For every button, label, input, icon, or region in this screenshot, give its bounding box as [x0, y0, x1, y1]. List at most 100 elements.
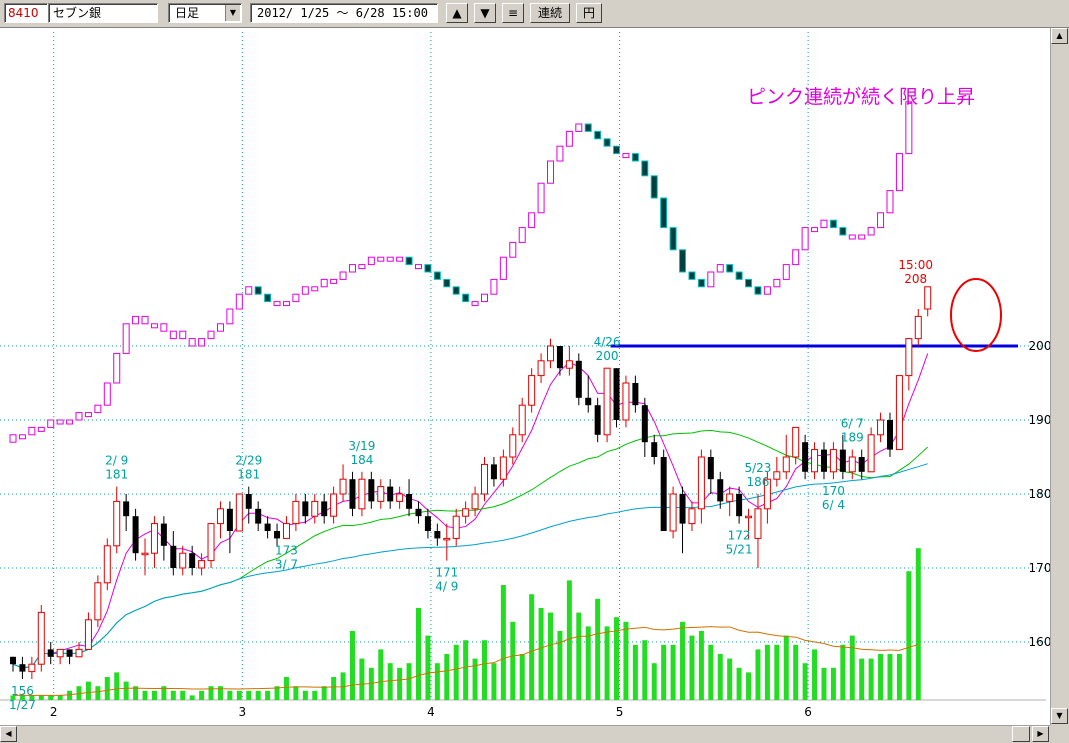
pnf-up-bar — [716, 264, 724, 273]
candle-body-down — [47, 649, 54, 657]
pnf-up-bar — [377, 256, 385, 262]
pnf-up-bar — [216, 323, 224, 332]
candle-body-up — [829, 449, 837, 473]
pnf-down-bar — [462, 293, 470, 303]
stock-name-field[interactable]: セブン銀 — [48, 3, 158, 23]
pnf-up-bar — [47, 419, 55, 428]
candle-body-up — [207, 523, 215, 562]
pnf-up-bar — [877, 212, 885, 229]
scroll-right-arrow-icon[interactable]: ▶ — [1032, 726, 1049, 742]
highlight-circle — [950, 278, 1002, 352]
candle-body-down — [368, 479, 375, 502]
candle-body-down — [387, 486, 394, 502]
moving-average-mid — [12, 429, 929, 669]
price-label-date: 4/26 — [594, 335, 621, 349]
price-label-date: 6/ 4 — [822, 498, 845, 512]
volume-bar — [38, 695, 44, 700]
pnf-up-bar — [235, 293, 243, 310]
horizontal-scrollbar[interactable]: ◀ ▶ — [0, 725, 1050, 743]
candle-body-up — [518, 404, 526, 436]
pnf-up-bar — [311, 286, 319, 292]
candle-body-down — [839, 449, 846, 472]
pnf-up-bar — [905, 101, 913, 155]
candle-body-down — [160, 523, 167, 546]
volume-bar — [302, 690, 308, 700]
candle-body-down — [132, 516, 139, 554]
chevron-down-icon[interactable]: ▼ — [225, 5, 240, 21]
pnf-up-bar — [547, 160, 555, 184]
scroll-down-arrow-icon[interactable]: ▼ — [1051, 708, 1068, 724]
candle-body-down — [858, 457, 865, 472]
vertical-scrollbar[interactable]: ▲ ▼ — [1050, 28, 1069, 725]
candle-body-up — [339, 478, 347, 495]
pnf-up-bar — [886, 190, 894, 214]
volume-bar — [236, 690, 242, 700]
volume-bar — [349, 631, 355, 700]
pnf-up-bar — [867, 227, 875, 236]
continuous-button[interactable]: 連続 — [530, 3, 570, 23]
pnf-up-bar — [367, 256, 375, 266]
candle-body-down — [679, 494, 686, 524]
candle-body-up — [895, 375, 903, 451]
pnf-up-bar — [792, 249, 800, 266]
candle-body-up — [358, 478, 366, 510]
scroll-thumb[interactable] — [1012, 726, 1030, 742]
pnf-up-bar — [301, 286, 309, 295]
period-select[interactable]: 日足 ▼ — [168, 3, 242, 23]
pnf-up-bar — [499, 256, 507, 280]
price-label-price: 171 — [435, 566, 458, 580]
pnf-up-bar — [198, 338, 206, 347]
period-value: 日足 — [175, 6, 200, 20]
candle-body-down — [717, 479, 724, 502]
candle-body-up — [726, 493, 734, 502]
scroll-up-button[interactable]: ▲ — [446, 3, 468, 23]
candle-body-down — [651, 442, 658, 457]
candle-body-down — [349, 479, 356, 509]
pnf-up-bar — [75, 412, 83, 421]
pnf-up-bar — [28, 426, 36, 436]
candle-body-up — [292, 500, 300, 525]
volume-bar — [717, 654, 723, 700]
last-time-label: 15:00 — [898, 258, 933, 272]
stock-code-field[interactable]: 8410 — [4, 3, 48, 23]
volume-bar — [689, 635, 695, 700]
pnf-up-bar — [518, 227, 526, 243]
candle-body-up — [914, 315, 922, 340]
pnf-up-bar — [188, 338, 196, 347]
scroll-left-arrow-icon[interactable]: ◀ — [0, 726, 17, 742]
candle-body-down — [490, 464, 497, 480]
volume-bar — [576, 612, 582, 700]
volume-bar — [151, 690, 157, 700]
pnf-down-bar — [613, 145, 621, 155]
x-tick-label: 2 — [50, 705, 58, 719]
volume-bar — [651, 663, 657, 700]
candle-body-down — [255, 508, 262, 524]
price-label-date: 3/ 7 — [275, 557, 298, 571]
candle-body-up — [509, 434, 517, 458]
candle-body-down — [707, 457, 714, 480]
candle-body-up — [462, 508, 470, 517]
volume-bar — [312, 690, 318, 700]
volume-bar — [387, 663, 393, 700]
volume-bar — [180, 690, 186, 700]
menu-button[interactable]: ≡ — [502, 3, 524, 23]
candle-body-up — [179, 552, 187, 569]
yen-button[interactable]: 円 — [576, 3, 602, 23]
candle-body-up — [94, 582, 102, 621]
candle-body-down — [660, 457, 667, 531]
scroll-up-arrow-icon[interactable]: ▲ — [1051, 28, 1068, 44]
candle-body-up — [745, 515, 753, 519]
pnf-up-bar — [339, 271, 347, 280]
volume-bar — [698, 631, 704, 700]
y-tick-label: 190 — [1029, 413, 1050, 427]
pnf-down-bar — [726, 264, 734, 273]
pnf-up-bar — [66, 419, 74, 425]
pnf-up-bar — [848, 234, 856, 240]
candle-body-down — [264, 523, 271, 531]
candle-body-up — [603, 367, 611, 436]
scroll-down-button[interactable]: ▼ — [474, 3, 496, 23]
pnf-up-bar — [9, 434, 17, 443]
pnf-down-bar — [405, 256, 413, 266]
volume-bar — [444, 654, 450, 700]
price-label-price: 172 — [728, 529, 751, 543]
